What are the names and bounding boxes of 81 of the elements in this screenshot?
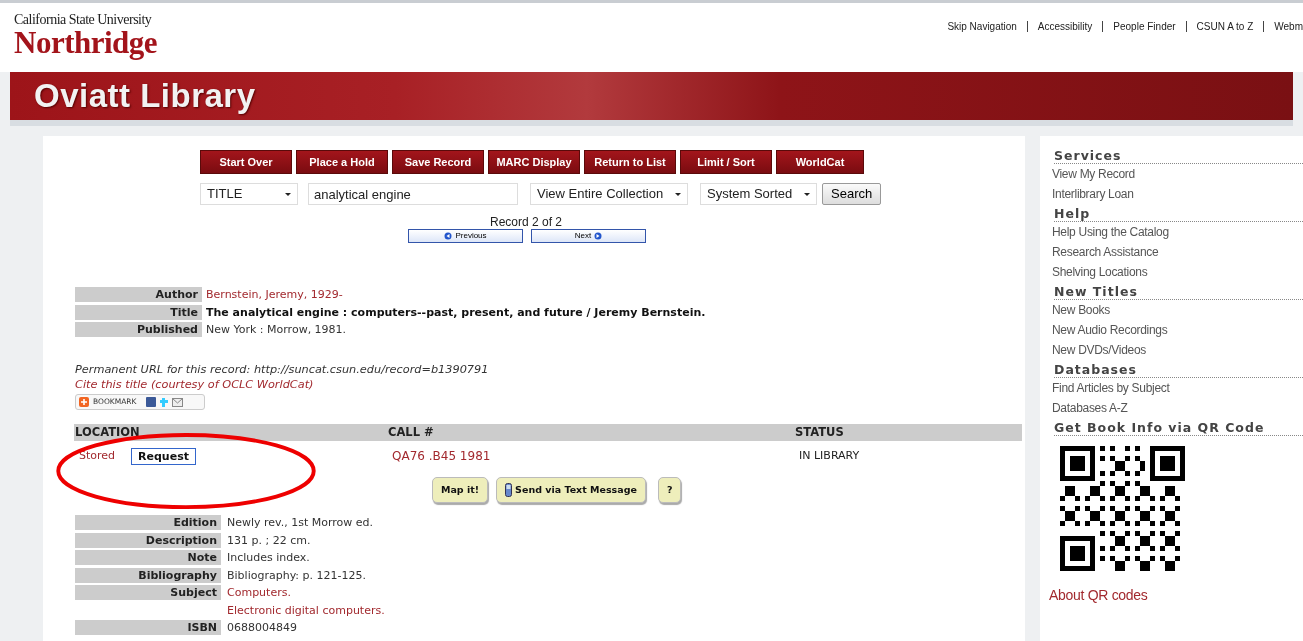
column-header: CALL #	[387, 424, 435, 441]
mail-icon	[172, 397, 184, 407]
sidebar-link[interactable]: Find Articles by Subject	[1052, 378, 1303, 398]
left-arrow-icon	[444, 232, 453, 240]
field-value: New York : Morrow, 1981.	[205, 322, 348, 337]
field-value: 0688004849	[226, 620, 298, 635]
campus-name: Northridge	[14, 27, 158, 58]
sidebar-link[interactable]: Shelving Locations	[1052, 262, 1303, 282]
record-position: Record 2 of 2	[489, 215, 562, 229]
field-label: Description	[75, 532, 221, 548]
action-button[interactable]: Return to List	[584, 150, 676, 174]
field-label: Published	[75, 322, 202, 337]
search-index-dropdown[interactable]: TITLE	[200, 183, 298, 205]
sidebar-link[interactable]: Help Using the Catalog	[1052, 222, 1303, 242]
action-button[interactable]: Start Over	[200, 150, 292, 174]
top-link[interactable]: Accessibility	[1037, 18, 1093, 34]
scope-dropdown[interactable]: View Entire Collection	[530, 183, 688, 205]
field-label: Title	[75, 304, 202, 320]
section-heading: Help	[1054, 206, 1303, 222]
top-link[interactable]: Skip Navigation	[947, 18, 1017, 34]
field-value: 131 p. ; 22 cm.	[226, 532, 312, 548]
plus-icon	[79, 397, 89, 407]
subject-link[interactable]: Electronic digital computers.	[221, 602, 385, 618]
sidebar-link[interactable]: Databases A-Z	[1052, 398, 1303, 418]
caret-icon	[675, 192, 681, 196]
field-label: Edition	[75, 515, 221, 530]
sidebar-link[interactable]: View My Record	[1052, 164, 1303, 184]
section-heading: New Titles	[1054, 284, 1303, 300]
sidebar-link[interactable]: New Audio Recordings	[1052, 320, 1303, 340]
sidebar-link[interactable]: New Books	[1052, 300, 1303, 320]
field-value: The analytical engine : computers--past, present, and future / Jeremy Bernstein.	[205, 304, 706, 320]
sidebar-link[interactable]: New DVDs/Videos	[1052, 340, 1303, 360]
field-label: ISBN	[75, 620, 221, 635]
about-qr-link[interactable]: About QR codes	[1049, 585, 1303, 606]
section-heading: Get Book Info via QR Code	[1054, 420, 1303, 436]
sidebar-link[interactable]: Interlibrary Loan	[1052, 184, 1303, 204]
dropdown-value: TITLE	[207, 185, 243, 204]
permanent-url: Permanent URL for this record: http://suncat.csun.edu/record=b1390791	[75, 361, 490, 377]
university-name: California State University	[14, 13, 153, 27]
phone-icon	[505, 483, 513, 497]
dropdown-value: System Sorted	[707, 185, 793, 204]
field-value: Newly rev., 1st Morrow ed.	[226, 515, 375, 530]
field-label: Author	[75, 287, 202, 302]
field-value: Bibliography: p. 121-125.	[226, 567, 367, 583]
action-button[interactable]: Limit / Sort	[680, 150, 772, 174]
location-link[interactable]: Stored	[79, 447, 116, 465]
caret-icon	[804, 192, 810, 196]
column-header: STATUS	[794, 424, 844, 441]
cite-link[interactable]: Cite this title (courtesy of OCLC WorldCat)	[75, 376, 314, 392]
search-button[interactable]: Search	[822, 183, 882, 205]
text-message-button[interactable]: Send via Text Message	[496, 477, 646, 503]
next-button[interactable]: Next	[531, 229, 646, 243]
dropdown-value: View Entire Collection	[537, 185, 664, 204]
caret-icon	[285, 192, 291, 196]
action-button[interactable]: WorldCat	[776, 150, 864, 174]
section-heading: Services	[1054, 148, 1303, 164]
previous-button[interactable]: Previous	[408, 229, 523, 243]
banner-title: Oviatt Library	[34, 76, 256, 117]
sidebar-link[interactable]: Research Assistance	[1052, 242, 1303, 262]
field-value[interactable]: Bernstein, Jeremy, 1929-	[202, 287, 706, 302]
help-button[interactable]: ?	[657, 477, 682, 503]
top-link[interactable]: Webm	[1274, 18, 1303, 34]
field-label: Subject	[75, 585, 221, 600]
request-button[interactable]: Request	[131, 447, 196, 465]
section-heading: Databases	[1054, 362, 1303, 378]
column-header: LOCATION	[74, 424, 141, 441]
search-field[interactable]: analytical engine	[308, 183, 518, 205]
top-link[interactable]: People Finder	[1113, 18, 1176, 34]
action-button[interactable]: MARC Display	[488, 150, 580, 174]
top-link[interactable]: CSUN A to Z	[1196, 18, 1254, 34]
field-label: Bibliography	[75, 567, 221, 583]
sort-dropdown[interactable]: System Sorted	[700, 183, 817, 205]
subject-link[interactable]: Computers.	[221, 585, 385, 600]
field-label: Note	[75, 550, 221, 565]
status-text: IN LIBRARY	[799, 447, 860, 464]
map-button[interactable]: Map it!	[432, 477, 489, 503]
right-arrow-icon	[594, 232, 603, 240]
action-button[interactable]: Save Record	[392, 150, 484, 174]
field-value: Includes index.	[226, 550, 311, 565]
call-number-link[interactable]: QA76 .B45 1981	[392, 447, 799, 465]
action-button[interactable]: Place a Hold	[296, 150, 388, 174]
